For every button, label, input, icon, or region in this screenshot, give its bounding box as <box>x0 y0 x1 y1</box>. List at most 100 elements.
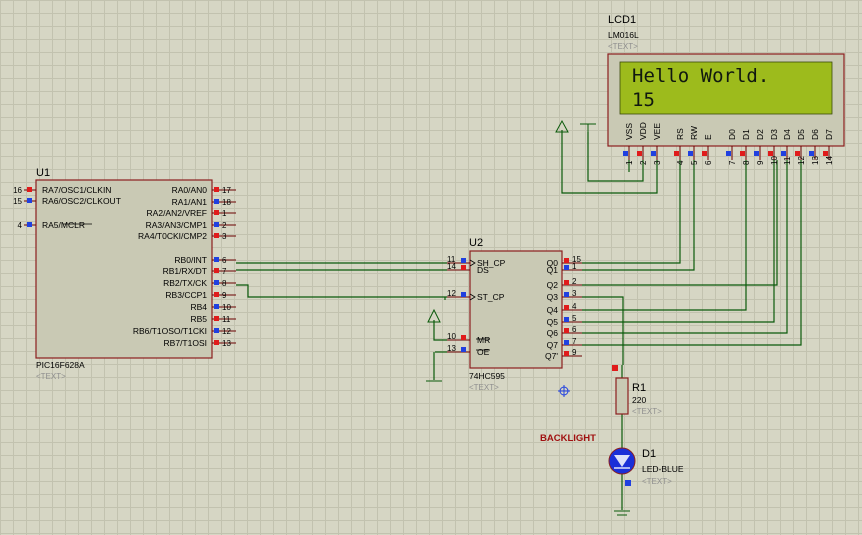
u1-pin-number: 1 <box>222 209 227 218</box>
lcd-pin-label: D7 <box>824 129 834 140</box>
lcd-pin-10-node[interactable] <box>768 151 773 156</box>
u2-pin-10-node[interactable] <box>461 335 466 340</box>
u1-pin-3-node[interactable] <box>214 233 219 238</box>
lcd-pin-11-node[interactable] <box>781 151 786 156</box>
u2-shift-register[interactable]: U2 74HC595 <TEXT> 11 SH_CP14 DS12 ST_CP10 MR… <box>447 237 582 392</box>
lcd-pin-number: 7 <box>728 160 737 165</box>
u2-pin-number: 2 <box>572 277 577 286</box>
lcd-pin-label: D1 <box>741 129 751 140</box>
u2-pin-13-node[interactable] <box>461 347 466 352</box>
u1-pin-16-node[interactable] <box>27 187 32 192</box>
lcd-pin-label: D3 <box>769 129 779 140</box>
lcd1-display[interactable]: LCD1 LM016L <TEXT> Hello World. 15 1 VSS 2… <box>607 14 845 165</box>
crosshair-icon <box>558 385 570 397</box>
u2-pin-label: Q2 <box>547 280 559 290</box>
u1-pin-4-node[interactable] <box>27 222 32 227</box>
r1-text-placeholder: <TEXT> <box>632 407 662 416</box>
u1-pin-label: RA6/OSC2/CLKOUT <box>42 196 121 206</box>
u2-pin-2-node[interactable] <box>564 280 569 285</box>
u2-pin-label: Q3 <box>547 292 559 302</box>
u1-pin-6-node[interactable] <box>214 257 219 262</box>
u2-pin-label: Q4 <box>547 305 559 315</box>
u2-pin-number: 3 <box>572 289 577 298</box>
lcd-pin-number: 14 <box>825 156 834 165</box>
lcd-pin-number: 9 <box>756 160 765 165</box>
r1-ref: R1 <box>632 382 646 394</box>
u1-pin-number: 3 <box>222 232 227 241</box>
u2-pin-9-node[interactable] <box>564 351 569 356</box>
u2-pin-number: 4 <box>572 302 577 311</box>
u1-pin-18-node[interactable] <box>214 199 219 204</box>
schematic-canvas[interactable]: U1 PIC16F628A <TEXT> 16 RA7/OSC1/CLKIN15 R… <box>0 0 862 535</box>
lcd-pin-5-node[interactable] <box>688 151 693 156</box>
u2-pin-1-node[interactable] <box>564 265 569 270</box>
u2-pin-number: 9 <box>572 348 577 357</box>
u1-pin-11-node[interactable] <box>214 316 219 321</box>
lcd-pin-number: 8 <box>742 160 751 165</box>
u1-pin-label: RB2/TX/CK <box>163 278 207 288</box>
u1-pin-label: RA0/AN0 <box>172 185 208 195</box>
u2-pin-number: 12 <box>447 289 456 298</box>
d1-led[interactable]: D1 LED-BLUE <TEXT> <box>608 447 684 486</box>
u2-pin-number: 1 <box>572 262 577 271</box>
u2-pin-12-node[interactable] <box>461 292 466 297</box>
lcd-pin-6-node[interactable] <box>702 151 707 156</box>
u1-microcontroller[interactable]: U1 PIC16F628A <TEXT> 16 RA7/OSC1/CLKIN15 R… <box>13 167 236 381</box>
u1-pin-label: RA3/AN3/CMP1 <box>146 220 208 230</box>
u1-pin-number: 4 <box>18 221 23 230</box>
u2-pin-number: 13 <box>447 344 456 353</box>
u2-text-placeholder: <TEXT> <box>469 383 499 392</box>
lcd-pin-label: VSS <box>624 123 634 140</box>
u1-pin-label: RB3/CCP1 <box>165 290 207 300</box>
lcd-pin-4-node[interactable] <box>674 151 679 156</box>
lcd-pin-14-node[interactable] <box>823 151 828 156</box>
u1-pin-8-node[interactable] <box>214 280 219 285</box>
lcd-pin-number: 1 <box>625 160 634 165</box>
u2-pin-5-node[interactable] <box>564 317 569 322</box>
r1-resistor[interactable]: R1 220 <TEXT> <box>615 377 662 416</box>
u2-pin-number: 5 <box>572 314 577 323</box>
backlight-net-label: BACKLIGHT <box>540 433 596 444</box>
d1-pin-node[interactable] <box>625 480 631 486</box>
u1-pin-7-node[interactable] <box>214 268 219 273</box>
u1-pin-13-node[interactable] <box>214 340 219 345</box>
u1-pin-12-node[interactable] <box>214 328 219 333</box>
lcd-pin-2-node[interactable] <box>637 151 642 156</box>
lcd-pin-label: RS <box>675 128 685 140</box>
u1-pin-17-node[interactable] <box>214 187 219 192</box>
d1-part: LED-BLUE <box>642 464 684 474</box>
lcd-ground-icon <box>580 123 596 132</box>
lcd-pin-8-node[interactable] <box>740 151 745 156</box>
lcd-pin-3-node[interactable] <box>651 151 656 156</box>
u2-pin-7-node[interactable] <box>564 340 569 345</box>
u1-pin-number: 11 <box>222 315 231 324</box>
u1-pin-number: 6 <box>222 256 227 265</box>
u1-pin-15-node[interactable] <box>27 198 32 203</box>
u2-pin-4-node[interactable] <box>564 305 569 310</box>
lcd-pin-label: D4 <box>782 129 792 140</box>
lcd-pin-13-node[interactable] <box>809 151 814 156</box>
u1-pin-9-node[interactable] <box>214 292 219 297</box>
r1-pin-node[interactable] <box>612 365 618 371</box>
u2-pin-14-node[interactable] <box>461 265 466 270</box>
u2-pin-6-node[interactable] <box>564 328 569 333</box>
lcd-pin-7-node[interactable] <box>726 151 731 156</box>
u1-pin-1-node[interactable] <box>214 210 219 215</box>
lcd-pin-9-node[interactable] <box>754 151 759 156</box>
u1-pin-label: RA2/AN2/VREF <box>147 208 207 218</box>
u1-pin-10-node[interactable] <box>214 304 219 309</box>
lcd-pin-label: D5 <box>796 129 806 140</box>
lcd-pin-12-node[interactable] <box>795 151 800 156</box>
u2-pin-3-node[interactable] <box>564 292 569 297</box>
u1-pin-label: RB5 <box>190 314 207 324</box>
lcd-pin-number: 3 <box>653 160 662 165</box>
u1-pin-number: 2 <box>222 221 227 230</box>
u2-pin-number: 14 <box>447 262 456 271</box>
lcd-pin-1-node[interactable] <box>623 151 628 156</box>
u2-pin-11-node[interactable] <box>461 258 466 263</box>
r1-body[interactable] <box>615 377 629 415</box>
u1-pin-2-node[interactable] <box>214 222 219 227</box>
lcd-ref: LCD1 <box>608 14 636 26</box>
u1-pin-label: RA4/T0CKI/CMP2 <box>138 231 207 241</box>
u2-pin-15-node[interactable] <box>564 258 569 263</box>
